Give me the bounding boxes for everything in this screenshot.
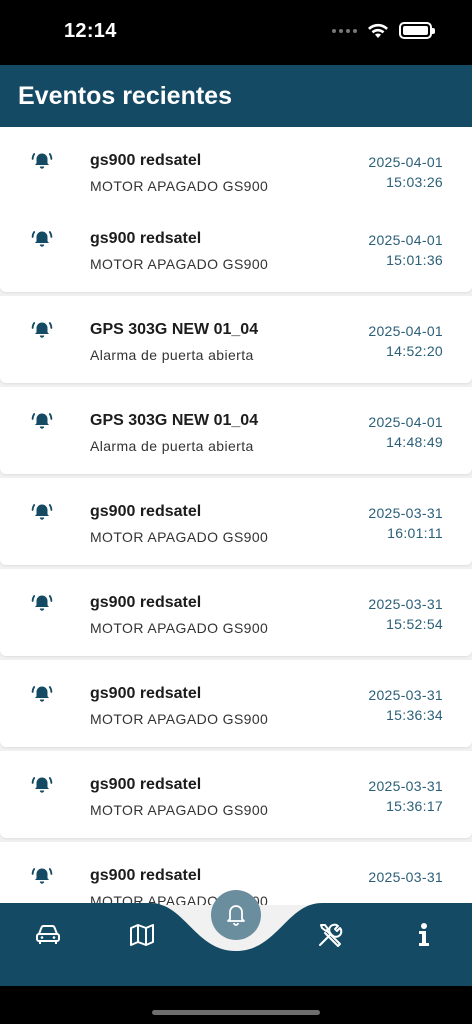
alarm-bell-icon — [30, 409, 54, 433]
alarm-bell-icon — [30, 149, 54, 173]
status-icons — [332, 22, 435, 39]
event-message: MOTOR APAGADO GS900 — [90, 529, 269, 545]
event-date: 2025-04-01 — [368, 232, 443, 248]
nav-info-button[interactable] — [406, 917, 442, 953]
map-icon — [130, 924, 154, 946]
event-device-name: gs900 redsatel — [90, 776, 202, 793]
event-card[interactable]: gs900 redsatel MOTOR APAGADO GS900 2025-03… — [0, 660, 472, 747]
event-message: MOTOR APAGADO GS900 — [90, 256, 269, 272]
event-time: 16:01:11 — [387, 525, 443, 541]
car-icon — [36, 925, 60, 944]
event-message: MOTOR APAGADO GS900 — [90, 711, 269, 727]
cellular-signal-icon — [332, 28, 357, 33]
event-device-name: gs900 redsatel — [90, 594, 202, 611]
app-header: Eventos recientes — [0, 65, 472, 127]
event-card[interactable]: gs900 redsatel MOTOR APAGADO GS900 2025-03… — [0, 478, 472, 565]
event-device-name: GPS 303G NEW 01_04 — [90, 412, 259, 429]
event-time: 15:52:54 — [386, 616, 443, 632]
event-time: 15:36:34 — [386, 707, 443, 723]
home-indicator[interactable] — [152, 1010, 320, 1015]
nav-tools-button[interactable] — [312, 917, 348, 953]
event-card[interactable]: gs900 redsatel MOTOR APAGADO GS900 2025-03… — [0, 751, 472, 838]
event-time: 14:48:49 — [386, 434, 443, 450]
event-time: 15:01:36 — [386, 252, 443, 268]
event-message: MOTOR APAGADO GS900 — [90, 802, 269, 818]
alarm-bell-icon — [30, 318, 54, 342]
event-list[interactable]: gs900 redsatel MOTOR APAGADO GS900 2025-04… — [0, 127, 472, 905]
event-time: 15:36:17 — [386, 798, 443, 814]
event-date: 2025-03-31 — [368, 505, 443, 521]
event-device-name: gs900 redsatel — [90, 152, 202, 169]
nav-events-button[interactable] — [211, 890, 261, 940]
event-card[interactable]: gs900 redsatel MOTOR APAGADO GS900 2025-04… — [0, 205, 472, 292]
nav-vehicles-button[interactable] — [30, 917, 66, 953]
alarm-bell-icon — [30, 591, 54, 615]
alarm-bell-icon — [30, 227, 54, 251]
event-date: 2025-03-31 — [368, 778, 443, 794]
bottom-nav — [0, 890, 472, 986]
event-message: MOTOR APAGADO GS900 — [90, 620, 269, 636]
event-time: 14:52:20 — [386, 343, 443, 359]
event-message: MOTOR APAGADO GS900 — [90, 178, 269, 194]
event-device-name: gs900 redsatel — [90, 867, 202, 884]
nav-map-button[interactable] — [124, 917, 160, 953]
event-time: 15:03:26 — [386, 174, 443, 190]
event-device-name: gs900 redsatel — [90, 230, 202, 247]
event-date: 2025-04-01 — [368, 154, 443, 170]
event-device-name: gs900 redsatel — [90, 685, 202, 702]
alarm-bell-icon — [30, 864, 54, 888]
bell-icon — [227, 905, 245, 926]
status-bar: 12:14 — [0, 0, 472, 65]
status-time: 12:14 — [64, 20, 117, 42]
event-date: 2025-04-01 — [368, 323, 443, 339]
tools-icon — [319, 923, 343, 947]
event-date: 2025-03-31 — [368, 687, 443, 703]
event-date: 2025-04-01 — [368, 414, 443, 430]
page-title: Eventos recientes — [18, 82, 232, 110]
info-icon — [419, 923, 429, 946]
event-date: 2025-03-31 — [368, 596, 443, 612]
home-indicator-area — [0, 986, 472, 1024]
alarm-bell-icon — [30, 682, 54, 706]
alarm-bell-icon — [30, 500, 54, 524]
event-card[interactable]: gs900 redsatel MOTOR APAGADO GS900 2025-03… — [0, 569, 472, 656]
event-card[interactable]: GPS 303G NEW 01_04 Alarma de puerta abier… — [0, 296, 472, 383]
event-device-name: gs900 redsatel — [90, 503, 202, 520]
wifi-icon — [368, 23, 388, 38]
event-card[interactable]: GPS 303G NEW 01_04 Alarma de puerta abier… — [0, 387, 472, 474]
event-device-name: GPS 303G NEW 01_04 — [90, 321, 259, 338]
event-card[interactable]: gs900 redsatel MOTOR APAGADO GS900 2025-04… — [0, 127, 472, 214]
alarm-bell-icon — [30, 773, 54, 797]
event-message: Alarma de puerta abierta — [90, 438, 254, 454]
event-date: 2025-03-31 — [368, 869, 443, 885]
battery-icon — [399, 22, 435, 39]
event-message: Alarma de puerta abierta — [90, 347, 254, 363]
